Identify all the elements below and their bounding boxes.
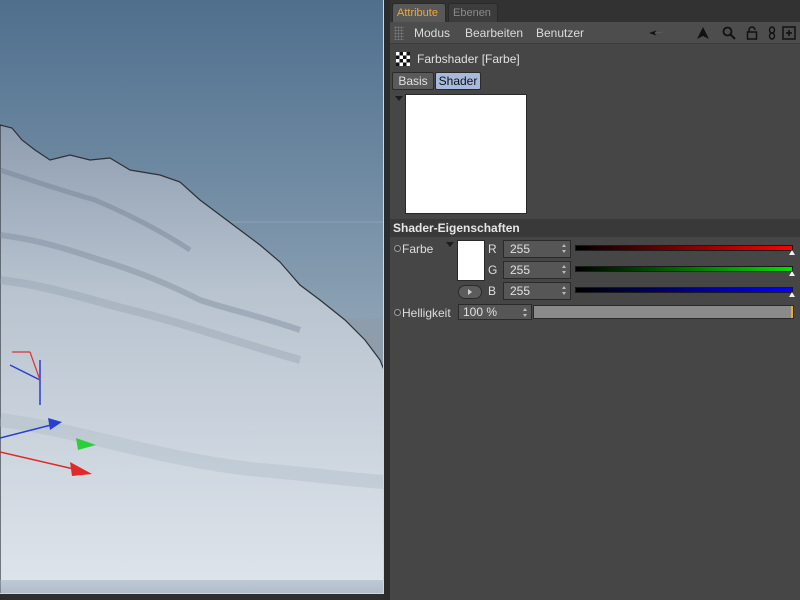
- link-icon[interactable]: [764, 25, 780, 41]
- channel-r-slider[interactable]: [575, 245, 793, 251]
- channel-g-label: G: [488, 263, 498, 277]
- helligkeit-slider-fill: [791, 306, 793, 318]
- channel-r-label: R: [488, 242, 497, 256]
- section-title: Shader-Eigenschaften: [393, 221, 520, 235]
- subtab-basis[interactable]: Basis: [392, 72, 434, 90]
- helligkeit-value: 100 %: [463, 305, 498, 319]
- search-icon[interactable]: [721, 25, 737, 41]
- channel-b-label: B: [488, 284, 497, 298]
- channel-r-knob[interactable]: [789, 250, 795, 255]
- color-swatch[interactable]: [457, 240, 485, 281]
- channel-g-knob[interactable]: [789, 271, 795, 276]
- preview-toggle-arrow[interactable]: [395, 96, 403, 101]
- object-header: Farbshader [Farbe]: [390, 48, 800, 70]
- helligkeit-slider[interactable]: [533, 305, 794, 319]
- tab-ebenen[interactable]: Ebenen: [448, 3, 498, 22]
- arrow-up-icon[interactable]: [695, 25, 711, 41]
- channel-g-slider[interactable]: [575, 266, 793, 272]
- channel-b-field[interactable]: 255: [503, 282, 571, 300]
- attribute-manager: Attribute Ebenen Modus Bearbeiten Benutz…: [390, 0, 800, 600]
- spinner-icon[interactable]: [562, 265, 567, 275]
- channel-r-value: 255: [510, 242, 531, 256]
- channel-b-knob[interactable]: [789, 292, 795, 297]
- farbe-animate-dot[interactable]: [394, 245, 401, 252]
- grip-handle[interactable]: [394, 26, 404, 40]
- spinner-icon[interactable]: [562, 286, 567, 296]
- shader-preview: [405, 94, 527, 214]
- menu-bar: Modus Bearbeiten Benutzer: [390, 22, 800, 44]
- spinner-icon[interactable]: [562, 244, 567, 254]
- viewport-3d[interactable]: [0, 0, 384, 594]
- menu-benutzer[interactable]: Benutzer: [536, 22, 584, 44]
- object-title: Farbshader [Farbe]: [417, 52, 520, 66]
- channel-g-value: 255: [510, 263, 531, 277]
- helligkeit-field[interactable]: 100 %: [458, 304, 532, 320]
- channel-b-slider[interactable]: [575, 287, 793, 293]
- new-panel-icon[interactable]: [781, 25, 797, 41]
- menu-modus[interactable]: Modus: [414, 22, 450, 44]
- terrain-render: [0, 124, 384, 594]
- channel-b-value: 255: [510, 284, 531, 298]
- color-expand-arrow[interactable]: [446, 242, 454, 247]
- section-header[interactable]: Shader-Eigenschaften: [390, 219, 800, 237]
- helligkeit-animate-dot[interactable]: [394, 309, 401, 316]
- menu-bearbeiten[interactable]: Bearbeiten: [465, 22, 523, 44]
- checkerboard-icon: [396, 52, 410, 66]
- subtab-shader[interactable]: Shader: [435, 72, 481, 90]
- farbe-label: Farbe: [402, 242, 434, 256]
- channel-g-field[interactable]: 255: [503, 261, 571, 279]
- arrow-back-icon[interactable]: [648, 25, 678, 41]
- panel-tabs: Attribute Ebenen: [390, 0, 800, 22]
- spinner-icon[interactable]: [523, 308, 528, 318]
- color-picker-button[interactable]: [458, 285, 482, 299]
- tab-attribute[interactable]: Attribute: [392, 3, 446, 22]
- app-window: Attribute Ebenen Modus Bearbeiten Benutz…: [0, 0, 800, 600]
- helligkeit-label: Helligkeit: [402, 306, 451, 320]
- lock-icon[interactable]: [744, 25, 760, 41]
- channel-r-field[interactable]: 255: [503, 240, 571, 258]
